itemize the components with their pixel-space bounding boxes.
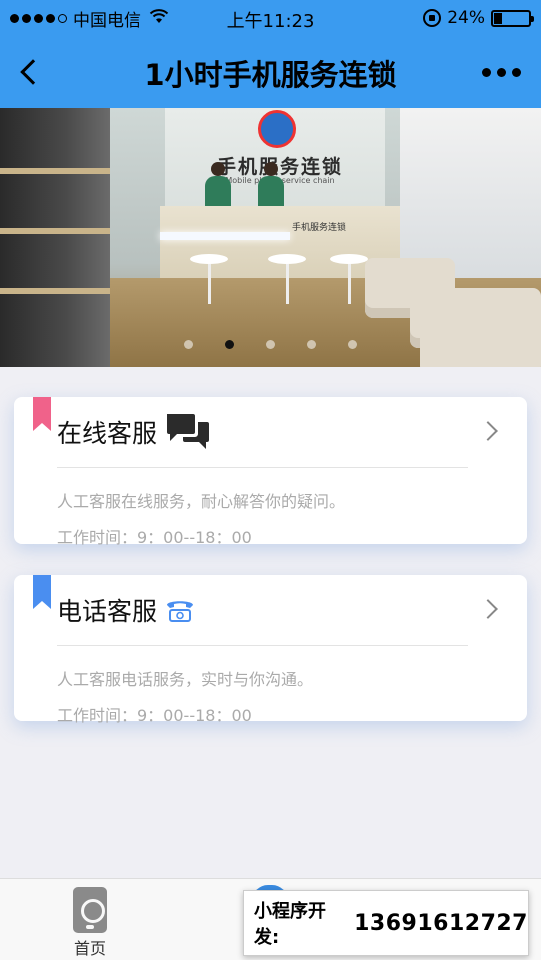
more-dot-icon bbox=[511, 67, 521, 77]
phone-service-card[interactable]: 电话客服 人工客服电话服务，实时与你沟通。 工作时间：9：00--18：00 bbox=[14, 575, 527, 725]
counter-light-strip bbox=[160, 232, 290, 240]
store-logo-image bbox=[258, 110, 296, 148]
status-bar: 中国电信 上午11:23 24% bbox=[0, 0, 541, 36]
signal-strength-icon bbox=[10, 13, 67, 23]
wifi-icon bbox=[149, 8, 169, 28]
carrier-name: 中国电信 bbox=[73, 10, 141, 31]
navigation-bar: 1小时手机服务连锁 bbox=[0, 36, 541, 108]
chevron-right-icon bbox=[478, 599, 498, 619]
page-title: 1小时手机服务连锁 bbox=[144, 58, 397, 92]
service-description: 人工客服电话服务，实时与你沟通。 bbox=[57, 670, 314, 689]
chat-bubbles-icon bbox=[165, 412, 211, 452]
back-button[interactable] bbox=[0, 36, 60, 108]
back-chevron-icon bbox=[20, 59, 46, 85]
service-title: 在线客服 bbox=[57, 419, 158, 448]
service-hours: 工作时间：9：00--18：00 bbox=[57, 528, 252, 547]
service-description: 人工客服在线服务，耐心解答你的疑问。 bbox=[57, 492, 346, 511]
counter-logo-text: 手机服务连锁 bbox=[292, 223, 347, 233]
promo-overlay: 小程序开发: 13691612727 bbox=[243, 890, 529, 956]
battery-percentage: 24% bbox=[447, 8, 485, 28]
carousel-dot[interactable] bbox=[184, 340, 193, 349]
telephone-icon bbox=[165, 597, 195, 623]
carousel-dot[interactable] bbox=[307, 340, 316, 349]
top-bar: 中国电信 上午11:23 24% 1小时手机服务连锁 bbox=[0, 0, 541, 108]
promo-label: 小程序开发: bbox=[254, 901, 326, 948]
chevron-right-icon bbox=[478, 421, 498, 441]
carousel-dot[interactable] bbox=[266, 340, 275, 349]
more-dot-icon bbox=[496, 67, 506, 77]
banner-right-wall bbox=[400, 108, 541, 278]
home-phone-icon bbox=[73, 887, 107, 933]
promo-phone-number: 13691612727 bbox=[354, 910, 528, 936]
service-title: 电话客服 bbox=[57, 597, 158, 626]
divider bbox=[57, 467, 468, 468]
divider bbox=[57, 645, 468, 646]
carousel-dot[interactable] bbox=[225, 340, 234, 349]
carousel-dot[interactable] bbox=[348, 340, 357, 349]
store-banner-carousel[interactable]: 手机服务连锁 Mobile phone service chain 手机服务连锁 bbox=[0, 108, 541, 367]
tab-home[interactable]: 首页 bbox=[60, 887, 120, 959]
service-hours: 工作时间：9：00--18：00 bbox=[57, 706, 252, 725]
tab-home-label: 首页 bbox=[73, 939, 106, 958]
more-dot-icon bbox=[481, 67, 491, 77]
rotation-lock-icon bbox=[423, 9, 442, 27]
battery-icon bbox=[491, 9, 534, 27]
carousel-indicator bbox=[0, 340, 541, 349]
banner-shelf-wall bbox=[0, 108, 110, 367]
online-service-card[interactable]: 在线客服 人工客服在线服务，耐心解答你的疑问。 工作时间：9：00--18：00 bbox=[14, 397, 527, 547]
